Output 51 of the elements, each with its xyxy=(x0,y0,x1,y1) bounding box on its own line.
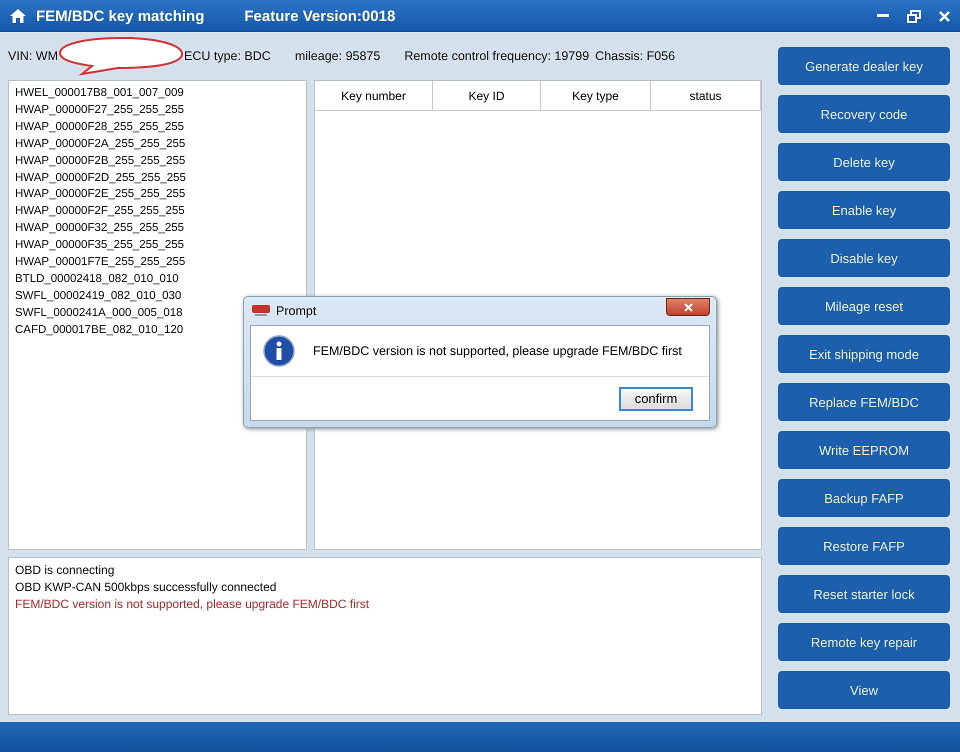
minimize-icon[interactable] xyxy=(877,14,889,18)
action-button[interactable]: Recovery code xyxy=(778,95,950,133)
close-icon[interactable] xyxy=(939,10,950,22)
action-button[interactable]: Write EEPROM xyxy=(778,431,950,469)
module-item[interactable]: HWAP_00000F2B_255_255_255 xyxy=(15,152,300,170)
confirm-button[interactable]: confirm xyxy=(619,386,693,410)
action-button[interactable]: Reset starter lock xyxy=(778,575,950,613)
info-icon xyxy=(263,335,295,367)
module-item[interactable]: HWAP_00000F2E_255_255_255 xyxy=(15,186,300,204)
dialog-title: Prompt xyxy=(276,304,316,318)
info-label: VIN: WM xyxy=(8,49,58,63)
action-button[interactable]: Remote key repair xyxy=(778,623,950,661)
window-title: FEM/BDC key matching xyxy=(36,8,204,24)
action-button[interactable]: Disable key xyxy=(778,239,950,277)
module-item[interactable]: HWAP_00000F27_255_255_255 xyxy=(15,102,300,119)
restore-icon[interactable] xyxy=(907,10,921,22)
action-button[interactable]: Delete key xyxy=(778,143,950,181)
app-logo-icon xyxy=(252,305,270,317)
action-button[interactable]: Exit shipping mode xyxy=(778,335,950,373)
action-button[interactable]: Mileage reset xyxy=(778,287,950,325)
dialog-message: FEM/BDC version is not supported, please upgrade FEM/BDC first xyxy=(313,344,682,358)
action-button[interactable]: Replace FEM/BDC xyxy=(778,383,950,421)
home-icon[interactable] xyxy=(10,9,26,23)
feature-version: Feature Version:0018 xyxy=(244,8,396,24)
action-button[interactable]: Restore FAFP xyxy=(778,527,950,565)
close-button[interactable] xyxy=(666,298,710,316)
action-button[interactable]: Backup FAFP xyxy=(778,479,950,517)
module-item[interactable]: HWAP_00001F7E_255_255_255 xyxy=(15,254,300,271)
column-header[interactable]: Key number xyxy=(315,81,433,110)
info-label: Chassis: F056 xyxy=(595,49,676,63)
close-icon xyxy=(684,302,692,312)
module-item[interactable]: HWAP_00000F2D_255_255_255 xyxy=(15,170,300,186)
action-button[interactable]: Generate dealer key xyxy=(778,47,950,85)
module-item[interactable]: BTLD_00002418_082_010_010 xyxy=(15,270,300,288)
module-item[interactable]: HWAP_00000F2F_255_255_255 xyxy=(15,203,300,220)
log-line: OBD is connecting xyxy=(15,562,116,579)
info-label: mileage: 95875 xyxy=(294,49,380,63)
module-item[interactable]: HWAP_00000F35_255_255_255 xyxy=(15,237,300,254)
column-header[interactable]: Key ID xyxy=(433,81,541,110)
module-item[interactable]: HWAP_00000F32_255_255_255 xyxy=(15,220,300,238)
module-item[interactable]: HWEL_000017B8_001_007_009 xyxy=(15,85,300,102)
action-button[interactable]: Enable key xyxy=(778,191,950,229)
column-header[interactable]: Key type xyxy=(541,81,651,110)
module-item[interactable]: HWAP_00000F28_255_255_255 xyxy=(15,118,300,136)
info-label: ECU type: BDC xyxy=(184,49,271,63)
log-line: FEM/BDC version is not supported, please upgrade FEM/BDC first xyxy=(15,596,370,613)
info-label: Remote control frequency: 19799 xyxy=(404,49,590,63)
log-line: OBD KWP-CAN 500kbps successfully connected xyxy=(15,579,278,596)
column-header[interactable]: status xyxy=(651,81,761,110)
action-button[interactable]: View xyxy=(778,671,950,709)
module-item[interactable]: HWAP_00000F2A_255_255_255 xyxy=(15,136,300,153)
